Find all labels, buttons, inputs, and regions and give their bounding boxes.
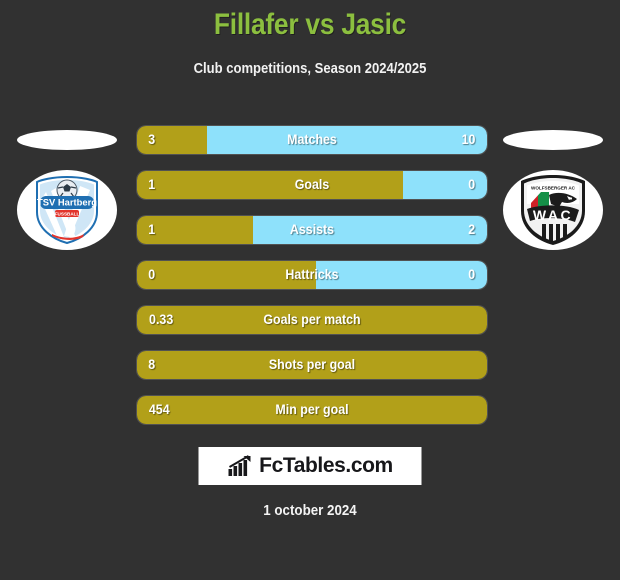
logo-shadow-ellipse-away: [503, 130, 603, 150]
logo-shadow-ellipse-home: [17, 130, 117, 150]
stat-row: 1 Goals 0: [137, 171, 487, 199]
stat-label: Assists: [289, 222, 335, 237]
away-stat-value: 0: [468, 177, 476, 192]
away-stat-value: 10: [461, 132, 476, 147]
stats-bar-list: 3 Matches 10 1 Goals 0 1 Assists 2 0 Hattricks 0 0.3…: [137, 126, 487, 441]
wac-wolfsberger-crest: WOLFSBERGER AC WAC: [503, 170, 603, 250]
svg-text:FUSSBALL: FUSSBALL: [55, 212, 80, 217]
page-subtitle: Club competitions, Season 2024/2025: [193, 61, 427, 77]
stat-row: 0.33 Goals per match: [137, 306, 487, 334]
stat-row: 8 Shots per goal: [137, 351, 487, 379]
stat-label: Min per goal: [275, 402, 349, 417]
brand-name: FcTables.com: [259, 454, 393, 477]
page-title: Fillafer vs Jasic: [213, 8, 407, 41]
stat-row: 0 Hattricks 0: [137, 261, 487, 289]
stat-label: Goals per match: [263, 312, 361, 327]
away-stat-value: 0: [468, 267, 476, 282]
svg-text:TSV Hartberg: TSV Hartberg: [37, 197, 97, 208]
stat-label: Shots per goal: [268, 357, 356, 372]
fctables-brand[interactable]: FcTables.com: [198, 447, 422, 485]
stat-label: Matches: [287, 132, 337, 147]
tsv-hartberg-crest: TSV Hartberg FUSSBALL: [17, 170, 117, 250]
stat-row: 3 Matches 10: [137, 126, 487, 154]
stat-label: Goals: [294, 177, 330, 192]
stat-label: Hattricks: [285, 267, 339, 282]
bar-chart-icon: [228, 455, 251, 476]
svg-text:WAC: WAC: [533, 207, 573, 223]
home-team-logo-column: TSV Hartberg FUSSBALL: [2, 120, 132, 290]
stat-row: 1 Assists 2: [137, 216, 487, 244]
stat-comparison-card: Fillafer vs Jasic Club competitions, Sea…: [0, 0, 620, 580]
away-team-logo-column: WOLFSBERGER AC WAC: [488, 120, 618, 290]
stat-row: 454 Min per goal: [137, 396, 487, 424]
report-date: 1 october 2024: [263, 503, 357, 519]
away-stat-value: 2: [468, 222, 476, 237]
svg-text:WOLFSBERGER AC: WOLFSBERGER AC: [531, 185, 576, 190]
